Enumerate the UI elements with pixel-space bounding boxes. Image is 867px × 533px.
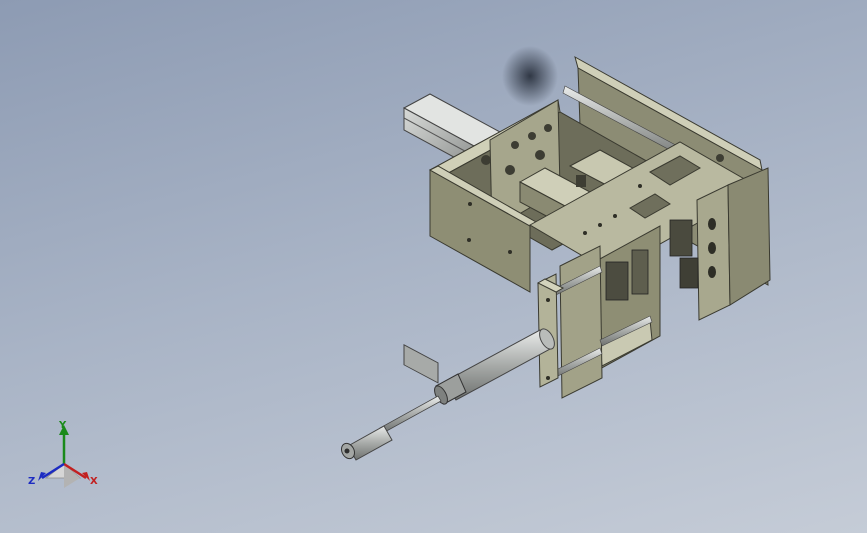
x-axis-label: X [90, 476, 98, 487]
y-axis-label: Y [59, 420, 67, 431]
piston-rod[interactable] [339, 395, 442, 461]
shadow [502, 46, 558, 106]
graphics-viewport[interactable]: Y X Z [0, 0, 867, 533]
cad-model-assembly[interactable] [0, 0, 867, 533]
orientation-triad: Y X Z [24, 418, 108, 496]
z-axis-label: Z [28, 476, 36, 487]
pneumatic-cylinder[interactable] [432, 326, 558, 406]
